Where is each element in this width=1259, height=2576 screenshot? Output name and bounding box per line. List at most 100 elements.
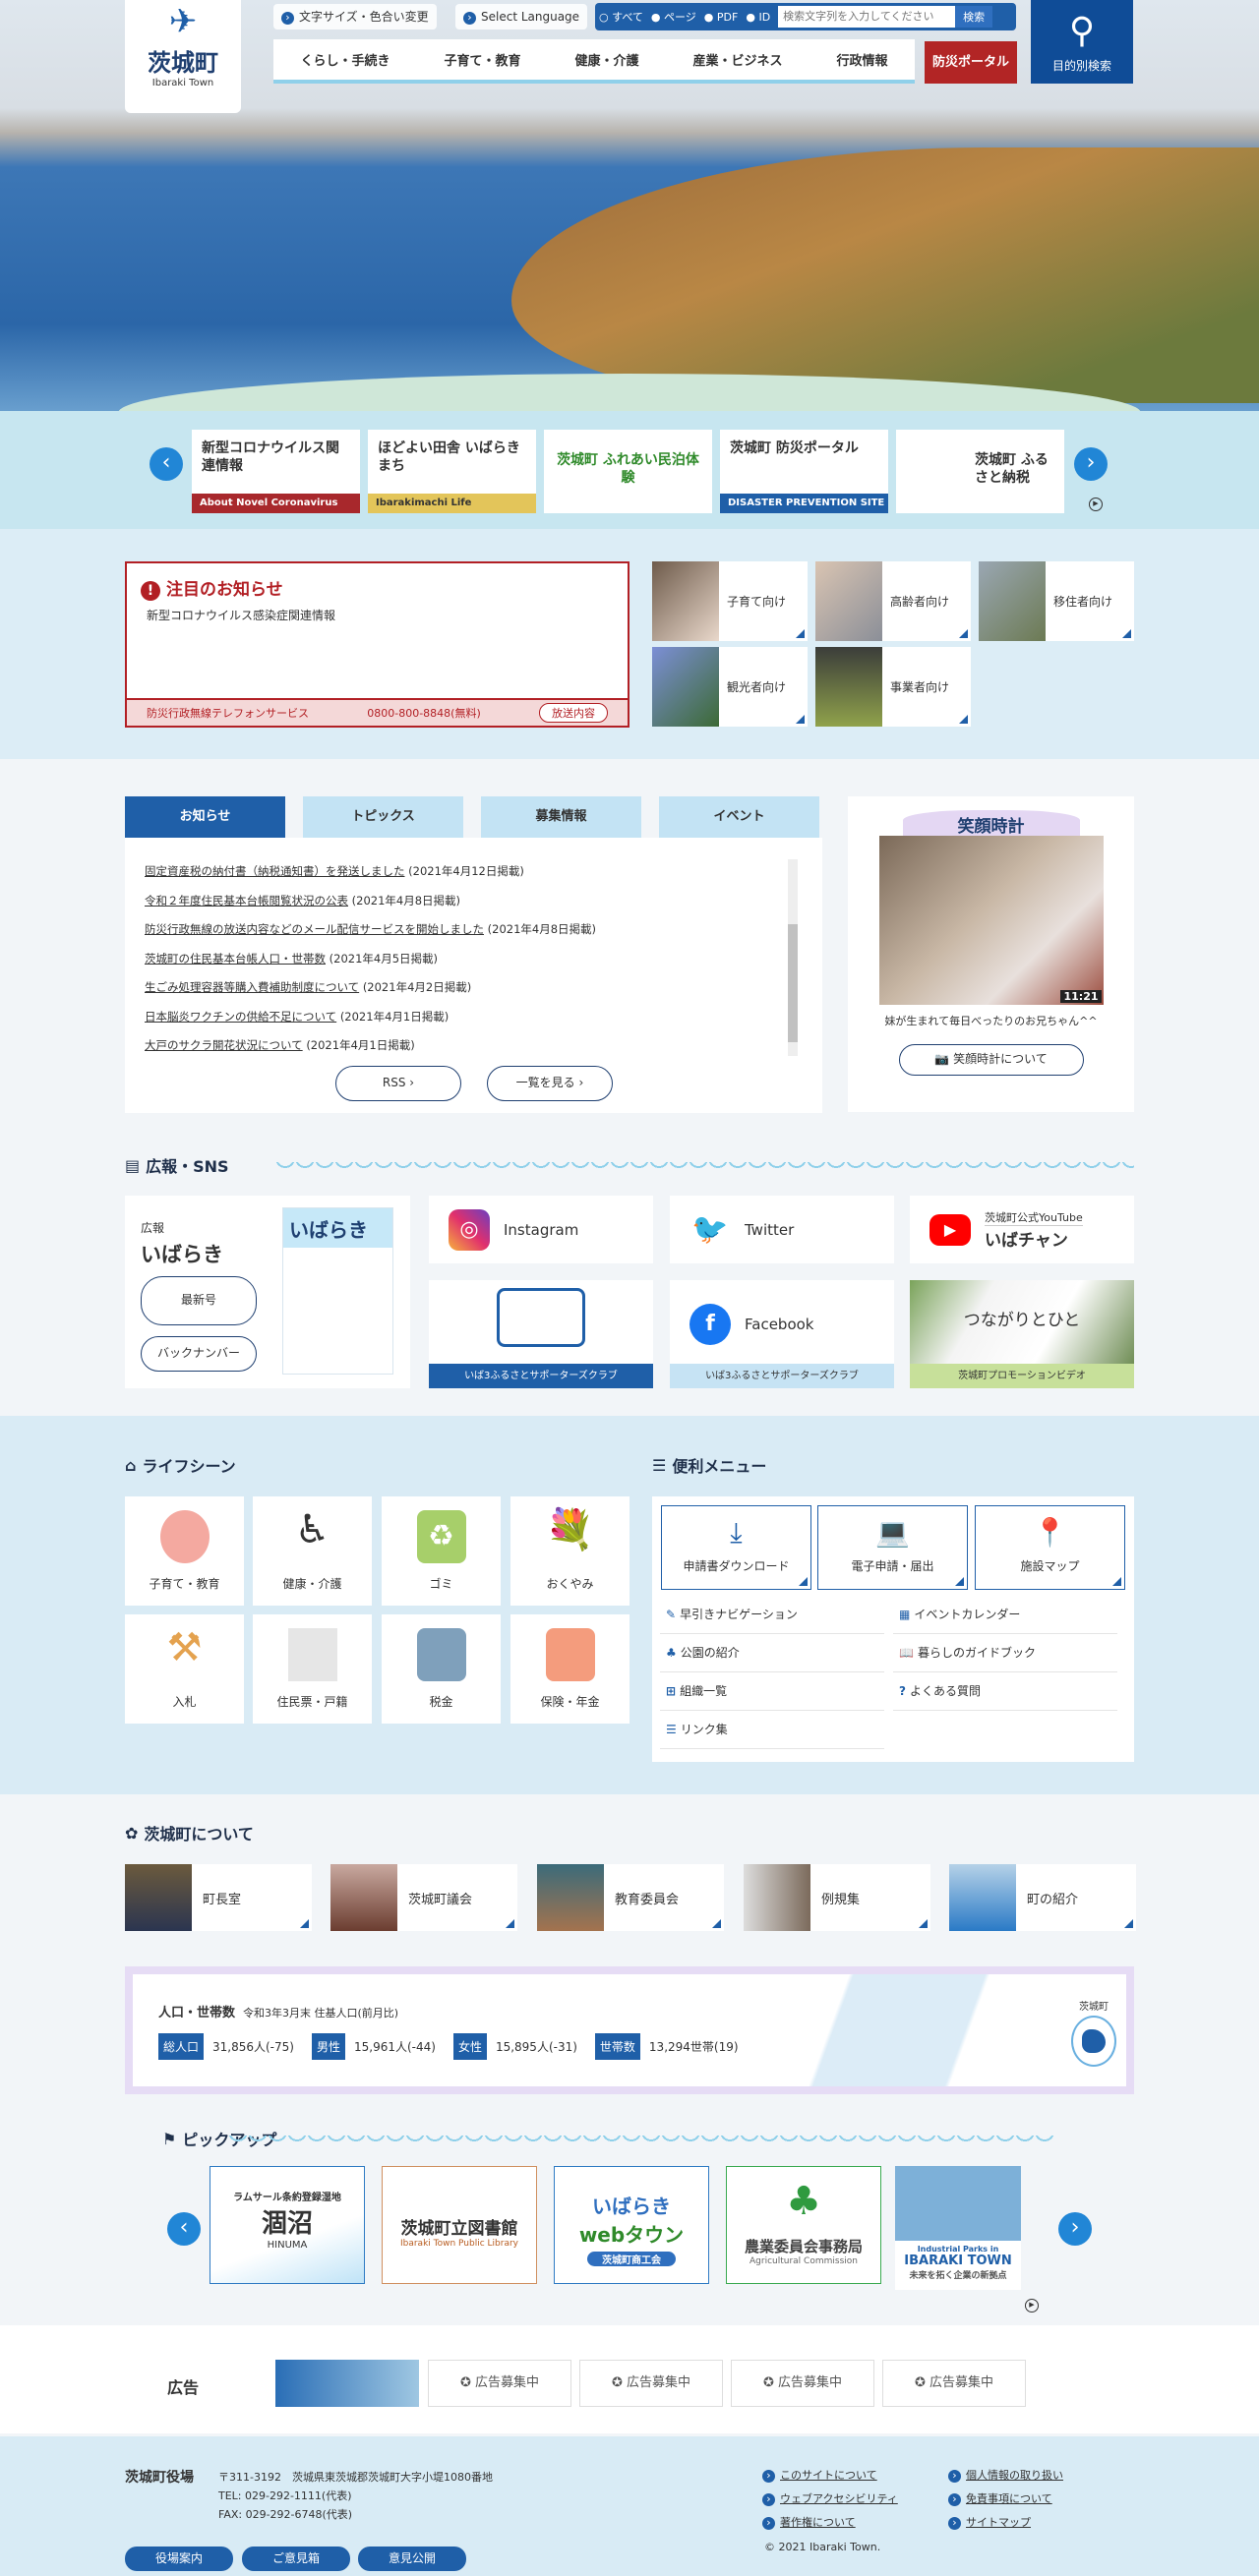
footer-link-accessibility[interactable]: ウェブアクセシビリティ xyxy=(762,2490,898,2506)
town-emblem-icon: ✈ xyxy=(168,2,198,41)
life-hoken[interactable]: 保険・年金 xyxy=(510,1614,630,1724)
target-tourist[interactable]: 観光者向け xyxy=(652,647,808,727)
instagram-link[interactable]: ◎ Instagram xyxy=(429,1196,653,1263)
menu-guidebook[interactable]: 📖 暮らしのガイドブック xyxy=(893,1634,1117,1672)
ad-banner[interactable] xyxy=(275,2360,419,2407)
twitter-link[interactable]: 🐦 Twitter xyxy=(670,1196,894,1263)
footer-link-disclaimer[interactable]: 免責事項について xyxy=(948,2490,1052,2506)
banner-minpaku[interactable]: 茨城町 ふれあい民泊体験 xyxy=(544,430,712,513)
about-mayor[interactable]: 町長室 xyxy=(125,1864,312,1931)
menu-navigation[interactable]: ✎ 早引きナビゲーション xyxy=(660,1596,884,1634)
menu-links[interactable]: ☰ リンク集 xyxy=(660,1711,884,1749)
life-gomi[interactable]: ♻ ゴミ xyxy=(382,1496,501,1606)
news-list-button[interactable]: 一覧を見る › xyxy=(487,1066,613,1101)
facility-map-button[interactable]: 📍 施設マップ xyxy=(975,1505,1125,1590)
menu-faq[interactable]: ? よくある質問 xyxy=(893,1672,1117,1711)
org-chart-icon: ⊞ xyxy=(666,1684,677,1698)
text-size-button[interactable]: 文字サイズ・色合い変更 xyxy=(273,4,437,29)
purpose-search-button[interactable]: ⚲ 目的別検索 xyxy=(1031,0,1133,84)
nav-kurashi[interactable]: くらし・手続き xyxy=(300,50,390,69)
nav-kosodate[interactable]: 子育て・教育 xyxy=(444,50,520,69)
life-okuyami[interactable]: 💐 おくやみ xyxy=(510,1496,630,1606)
footer-link-privacy[interactable]: 個人情報の取り扱い xyxy=(948,2467,1063,2483)
banner-bosai[interactable]: 茨城町 防災ポータル DISASTER PREVENTION SITE xyxy=(720,430,888,513)
ad-slot[interactable]: ✪ 広告募集中 xyxy=(731,2360,874,2407)
nav-kenko[interactable]: 健康・介護 xyxy=(574,50,638,69)
back-number-button[interactable]: バックナンバー xyxy=(141,1336,257,1372)
nav-sangyo[interactable]: 産業・ビジネス xyxy=(692,50,782,69)
footer-link-sitemap[interactable]: サイトマップ xyxy=(948,2514,1031,2530)
carousel-next-button[interactable]: › xyxy=(1074,447,1108,481)
tab-topics[interactable]: トピックス xyxy=(303,796,463,838)
language-button[interactable]: Select Language xyxy=(455,4,588,29)
e-application-button[interactable]: 💻 電子申請・届出 xyxy=(817,1505,968,1590)
iba3-link[interactable]: いば3ふるさとサポーターズクラブ xyxy=(429,1280,653,1388)
pickup-prev-button[interactable]: ‹ xyxy=(167,2212,201,2246)
smile-clock: 笑顔時計 11:21 妹が生まれて毎日べったりのお兄ちゃん^^ 📷 笑顔時計につ… xyxy=(848,796,1134,1112)
pickup-next-button[interactable]: › xyxy=(1058,2212,1092,2246)
ad-slot[interactable]: ✪ 広告募集中 xyxy=(579,2360,723,2407)
koho-magazine-cover[interactable]: いばらき xyxy=(282,1207,393,1375)
life-zeikin[interactable]: 税金 xyxy=(382,1614,501,1724)
about-council[interactable]: 茨城町議会 xyxy=(330,1864,517,1931)
pickup-library[interactable]: 茨城町立図書館 Ibaraki Town Public Library xyxy=(382,2166,537,2284)
search-option-all[interactable]: ○ すべて xyxy=(599,9,643,25)
tab-oshirase[interactable]: お知らせ xyxy=(125,796,285,838)
menu-event-calendar[interactable]: ▦ イベントカレンダー xyxy=(893,1596,1117,1634)
footer-link-about[interactable]: このサイトについて xyxy=(762,2467,877,2483)
life-nyusatsu[interactable]: ⚒ 入札 xyxy=(125,1614,244,1724)
ad-slot[interactable]: ✪ 広告募集中 xyxy=(882,2360,1026,2407)
pickup-agri[interactable]: ♣ 農業委員会事務局 Agricultural Commission xyxy=(726,2166,881,2284)
target-migrant[interactable]: 移住者向け xyxy=(979,561,1134,641)
news-scrollbar[interactable] xyxy=(788,859,798,1056)
banner-corona[interactable]: 新型コロナウイルス関連情報 About Novel Coronavirus xyxy=(192,430,360,513)
pickup-hinuma[interactable]: ラムサール条約登録湿地 涸沼 HINUMA xyxy=(210,2166,365,2284)
pickup-webtown[interactable]: いばらき webタウン 茨城町商工会 xyxy=(554,2166,709,2284)
ad-slot[interactable]: ✪ 広告募集中 xyxy=(428,2360,571,2407)
download-forms-button[interactable]: ⤓ 申請書ダウンロード xyxy=(661,1505,811,1590)
tab-event[interactable]: イベント xyxy=(659,796,819,838)
target-kosodate[interactable]: 子育て向け xyxy=(652,561,808,641)
opinion-public-button[interactable]: 意見公開 xyxy=(358,2547,466,2571)
target-business[interactable]: 事業者向け xyxy=(815,647,971,727)
youtube-link[interactable]: ▶ 茨城町公式YouTube いばチャン xyxy=(910,1196,1134,1263)
nav-gyosei[interactable]: 行政情報 xyxy=(836,50,887,69)
about-education[interactable]: 教育委員会 xyxy=(537,1864,724,1931)
rss-button[interactable]: RSS › xyxy=(335,1066,461,1101)
about-town-intro[interactable]: 町の紹介 xyxy=(949,1864,1136,1931)
smile-about-button[interactable]: 📷 笑顔時計について xyxy=(898,1044,1084,1076)
carousel-prev-button[interactable]: ‹ xyxy=(150,447,183,481)
footer-link-copyright[interactable]: 著作権について xyxy=(762,2514,856,2530)
banner-furusato[interactable]: 茨城町 ふるさと納税 xyxy=(896,430,1064,513)
search-option-pdf[interactable]: ● PDF xyxy=(704,11,739,24)
about-regulations[interactable]: 例規集 xyxy=(744,1864,930,1931)
book-icon xyxy=(383,2167,536,2214)
life-kosodate[interactable]: 子育て・教育 xyxy=(125,1496,244,1606)
search-button[interactable]: 検索 xyxy=(955,6,993,28)
news-item: 茨城町の住民基本台帳人口・世帯数 (2021年4月5日掲載) xyxy=(145,951,439,966)
bosai-portal-button[interactable]: 防災ポータル xyxy=(925,41,1017,84)
latest-issue-button[interactable]: 最新号 xyxy=(141,1276,257,1325)
broadcast-button[interactable]: 放送内容 xyxy=(538,703,608,723)
tab-recruit[interactable]: 募集情報 xyxy=(481,796,641,838)
promo-video-link[interactable]: つながりとひと 茨城町プロモーションビデオ xyxy=(910,1280,1134,1388)
search-option-page[interactable]: ● ページ xyxy=(651,9,696,25)
target-elderly[interactable]: 高齢者向け xyxy=(815,561,971,641)
play-icon[interactable]: ▶ xyxy=(1089,498,1103,511)
life-juminhyo[interactable]: 住民票・戸籍 xyxy=(253,1614,372,1724)
search-input[interactable] xyxy=(778,6,956,28)
news-item: 日本脳炎ワクチンの供給不足について (2021年4月1日掲載) xyxy=(145,1009,450,1024)
pickup-industrial[interactable]: Industrial Parks in IBARAKI TOWN 未来を拓く企業の新… xyxy=(895,2166,1021,2290)
menu-parks[interactable]: ♣ 公園の紹介 xyxy=(660,1634,884,1672)
notice-link[interactable]: 新型コロナウイルス感染症関連情報 xyxy=(127,607,628,623)
menu-organization[interactable]: ⊞ 組織一覧 xyxy=(660,1672,884,1711)
banner-inaka[interactable]: ほどよい田舎 いばらきまち Ibarakimachi Life xyxy=(368,430,536,513)
site-logo[interactable]: ✈ 茨城町 Ibaraki Town xyxy=(125,0,241,113)
office-guide-button[interactable]: 役場案内 xyxy=(125,2547,233,2571)
population-title: 人口・世帯数 令和3年3月末 住基人口(前月比) xyxy=(158,2006,399,2020)
opinion-box-button[interactable]: ご意見箱 xyxy=(242,2547,350,2571)
search-option-id[interactable]: ● ID xyxy=(746,11,770,24)
facebook-link[interactable]: f Facebook いば3ふるさとサポーターズクラブ xyxy=(670,1280,894,1388)
life-kenko[interactable]: ♿ 健康・介護 xyxy=(253,1496,372,1606)
play-icon[interactable]: ▶ xyxy=(1025,2299,1039,2313)
